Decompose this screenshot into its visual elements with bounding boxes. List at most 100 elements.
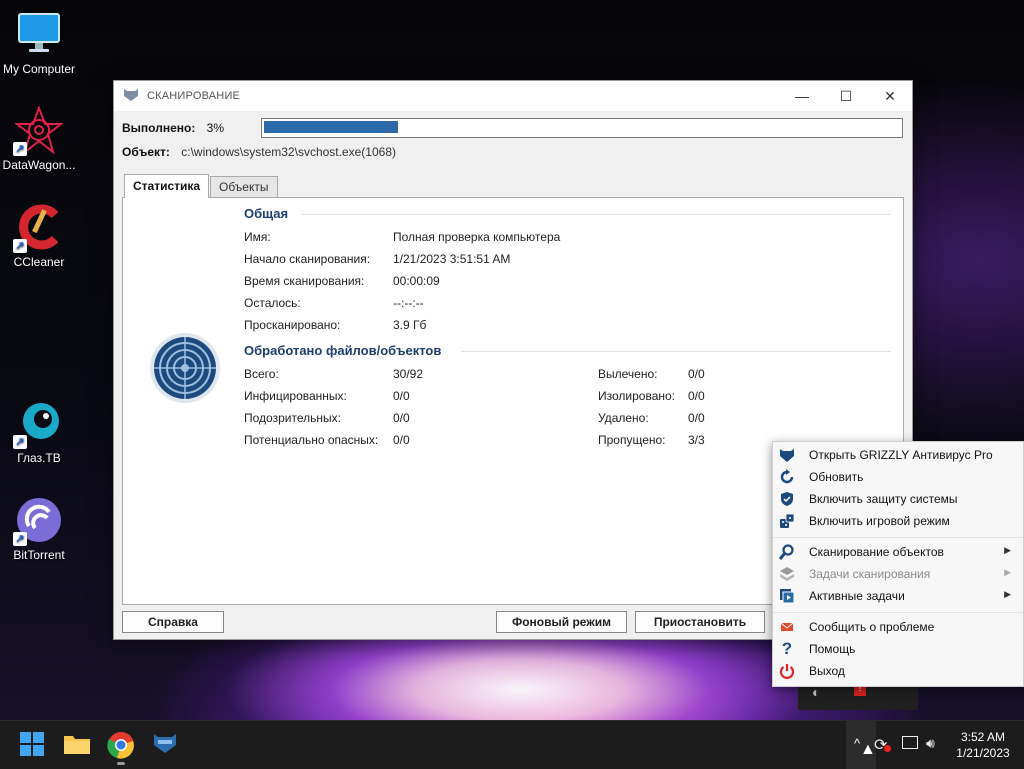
menu-item-report-problem[interactable]: Сообщить о проблеме (773, 616, 1023, 638)
processed-label: Удалено: (598, 411, 649, 425)
menu-item-label: Задачи сканирования (809, 567, 931, 581)
volume-icon[interactable]: 🔊︎ (926, 735, 935, 752)
progress-label: Выполнено: (122, 121, 196, 135)
menu-item-update[interactable]: Обновить (773, 466, 1023, 488)
processed-value: 3/3 (688, 433, 705, 447)
shortcut-arrow-icon: ↗ (13, 142, 27, 156)
taskbar: ^ ▲ ⟳ 🔊︎ 3:52 AM 1/21/2023 (0, 720, 1024, 769)
submenu-arrow-icon: ▶ (1004, 545, 1011, 555)
background-mode-button[interactable]: Фоновый режим (496, 611, 627, 633)
radar-icon (149, 332, 221, 407)
grizzly-icon (779, 447, 795, 463)
shield-icon (779, 491, 795, 507)
progress-percent: 3% (206, 121, 224, 135)
menu-item-label: Сообщить о проблеме (809, 620, 935, 634)
help-button[interactable]: Справка (122, 611, 224, 633)
menu-item-active-tasks[interactable]: Активные задачи ▶ (773, 585, 1023, 607)
object-row: Объект: c:\windows\system32\svchost.exe(… (122, 145, 396, 159)
menu-item-label: Сканирование объектов (809, 545, 944, 559)
grizzly-app-icon (123, 88, 139, 105)
section-divider (461, 351, 891, 352)
pause-button[interactable]: Приостановить (635, 611, 765, 633)
menu-item-label: Включить игровой режим (809, 514, 950, 528)
general-value: 1/21/2023 3:51:51 AM (393, 252, 511, 266)
processed-label: Подозрительных: (244, 411, 341, 425)
window-titlebar[interactable]: СКАНИРОВАНИЕ — ☐ ✕ (114, 81, 912, 111)
minimize-button[interactable]: — (780, 81, 824, 111)
processed-label: Потенциально опасных: (244, 433, 379, 447)
progress-bar (261, 118, 903, 138)
start-button[interactable] (19, 731, 47, 759)
processed-value: 0/0 (393, 389, 410, 403)
submenu-arrow-icon: ▶ (1004, 589, 1011, 599)
file-explorer-icon[interactable] (63, 731, 91, 759)
desktop-icon-label: CCleaner (13, 255, 65, 269)
menu-item-label: Активные задачи (809, 589, 905, 603)
desktop-icon-label: DataWagon... (2, 158, 76, 172)
general-value: --:--:-- (393, 296, 424, 310)
search-icon (778, 544, 795, 560)
processed-value: 30/92 (393, 367, 424, 381)
maximize-button[interactable]: ☐ (824, 81, 868, 111)
close-button[interactable]: ✕ (868, 81, 912, 111)
general-value: 3.9 Гб (393, 318, 427, 332)
section-divider (301, 214, 891, 215)
processed-label: Инфицированных: (244, 389, 347, 403)
ccleaner-icon: ↗ (13, 203, 63, 253)
processed-label: Всего: (244, 367, 279, 381)
general-value: 00:00:09 (393, 274, 440, 288)
tray-overflow-button[interactable]: ^ ▲ (846, 721, 876, 769)
desktop-icon-label: BitTorrent (13, 548, 65, 562)
shortcut-arrow-icon: ↗ (13, 532, 27, 546)
object-path: c:\windows\system32\svchost.exe(1068) (181, 145, 396, 159)
clock[interactable]: 3:52 AM 1/21/2023 (950, 729, 1016, 761)
submenu-arrow-icon: ▶ (1004, 567, 1011, 577)
datawagon-icon: ↗ (13, 105, 64, 156)
desktop-icon-label: Глаз.ТВ (17, 451, 61, 465)
tab-objects[interactable]: Объекты (210, 176, 278, 197)
shortcut-arrow-icon: ↗ (13, 435, 27, 449)
shortcut-arrow-icon: ↗ (13, 239, 27, 253)
menu-item-label: Помощь (809, 642, 856, 656)
desktop-icon-datawagon[interactable]: ↗ DataWagon... (1, 105, 77, 172)
object-label: Объект: (122, 145, 170, 159)
desktop-icon-ccleaner[interactable]: ↗ CCleaner (1, 203, 77, 269)
clock-date: 1/21/2023 (956, 746, 1010, 760)
desktop-icon-label: My Computer (2, 62, 76, 76)
help-icon: ? (781, 639, 793, 658)
mail-icon (779, 619, 795, 635)
tasks-icon (779, 566, 795, 582)
tab-statistics[interactable]: Статистика (124, 174, 210, 198)
clock-time: 3:52 AM (960, 730, 1006, 744)
menu-item-label: Открыть GRIZZLY Антивирус Pro (809, 448, 993, 462)
glaz-tv-icon: ↗ (13, 399, 63, 449)
menu-item-label: Обновить (809, 470, 864, 484)
desktop-icon-glaz-tv[interactable]: ↗ Глаз.ТВ (1, 399, 77, 465)
general-label: Начало сканирования: (244, 252, 371, 266)
desktop-icon-my-computer[interactable]: My Computer (1, 10, 77, 76)
processed-value: 0/0 (688, 389, 705, 403)
sync-error-badge (884, 745, 891, 752)
processed-label: Пропущено: (598, 433, 666, 447)
desktop-icon-bittorrent[interactable]: ↗ BitTorrent (1, 496, 77, 562)
menu-item-scan-objects[interactable]: Сканирование объектов ▶ (773, 541, 1023, 563)
grizzly-taskbar-icon[interactable] (152, 731, 180, 759)
menu-item-exit[interactable]: Выход (773, 660, 1023, 682)
dice-icon (779, 513, 795, 529)
monitor-icon (15, 10, 63, 58)
active-tasks-icon (779, 588, 795, 604)
menu-item-help[interactable]: ? Помощь (773, 638, 1023, 660)
section-processed-heading: Обработано файлов/объектов (244, 343, 442, 358)
processed-value: 0/0 (688, 411, 705, 425)
general-label: Просканировано: (244, 318, 341, 332)
network-icon[interactable] (902, 736, 918, 749)
menu-item-enable-protection[interactable]: Включить защиту системы (773, 488, 1023, 510)
menu-separator (773, 537, 1023, 538)
power-icon (779, 663, 795, 679)
window-title: СКАНИРОВАНИЕ (147, 90, 241, 102)
menu-item-open-grizzly[interactable]: Открыть GRIZZLY Антивирус Pro (773, 444, 1023, 466)
chrome-icon[interactable] (107, 731, 135, 765)
menu-item-game-mode[interactable]: Включить игровой режим (773, 510, 1023, 532)
processed-value: 0/0 (688, 367, 705, 381)
menu-item-scan-tasks: Задачи сканирования ▶ (773, 563, 1023, 585)
